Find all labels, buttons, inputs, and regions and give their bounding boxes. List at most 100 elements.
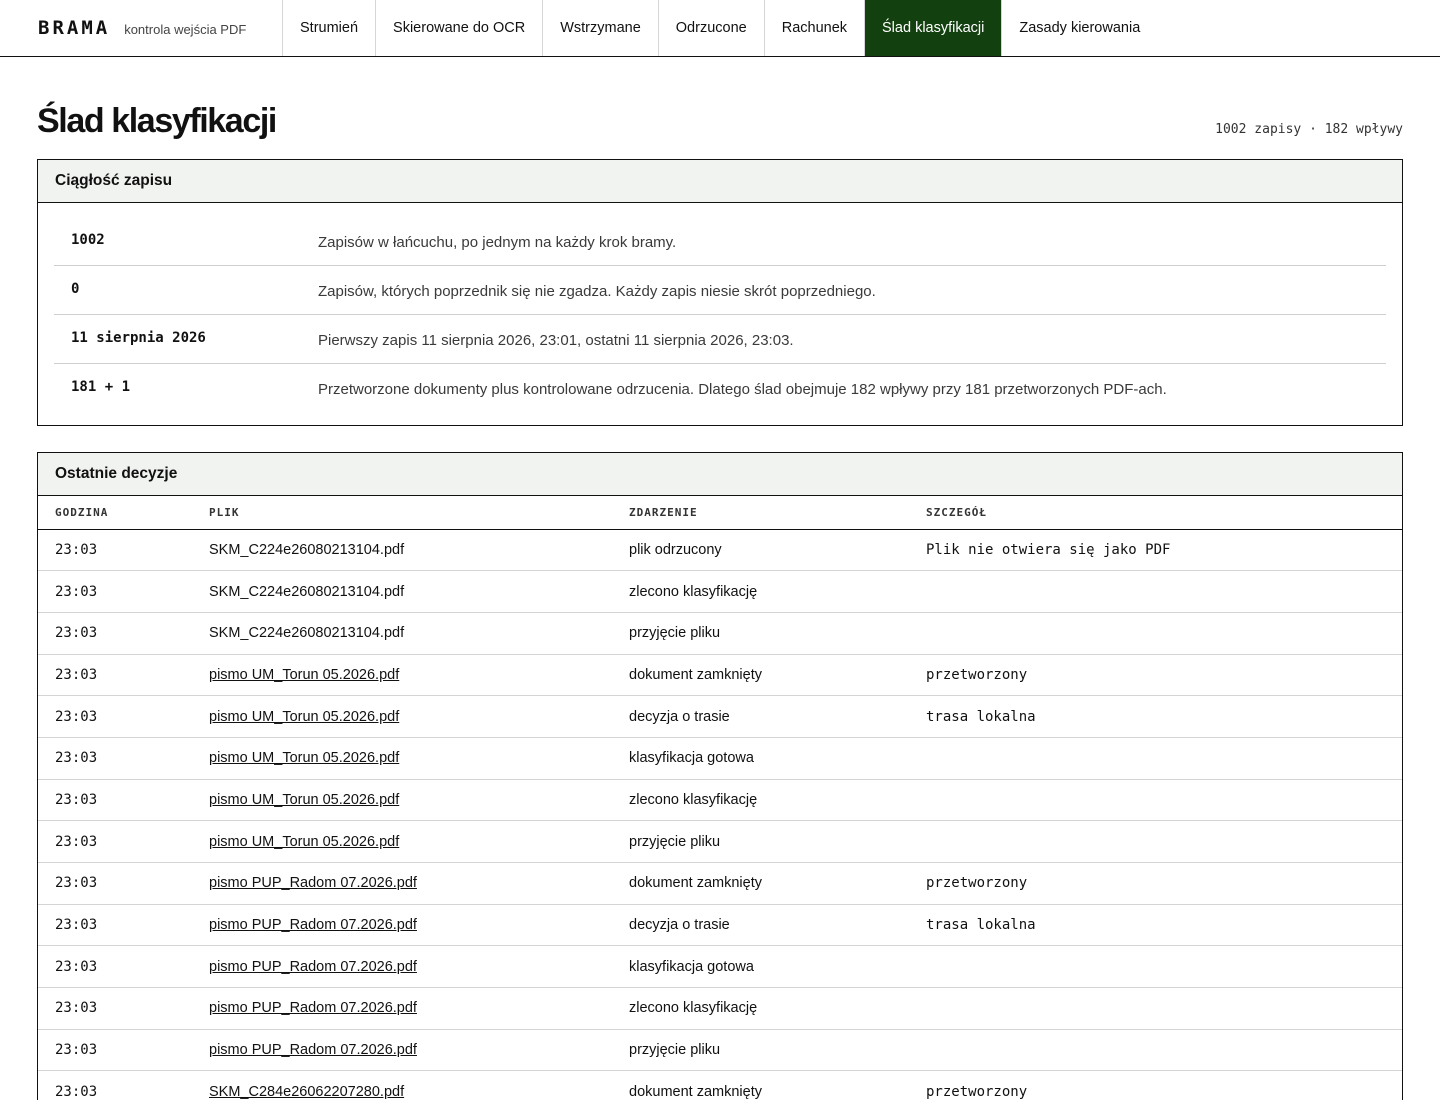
continuity-value: 1002 — [71, 232, 105, 248]
detail-cell — [926, 737, 1402, 780]
nav-tab-strumien[interactable]: Strumień — [283, 0, 377, 56]
file-cell: SKM_C224e26080213104.pdf — [209, 570, 629, 613]
time-cell: 23:03 — [38, 945, 209, 989]
continuity-row: 1002 Zapisów w łańcuchu, po jednym na każ… — [54, 217, 1386, 266]
file-name: SKM_C224e26080213104.pdf — [209, 541, 405, 558]
table-row: 23:03 pismo UM_Torun 05.2026.pdf decyzja o… — [38, 695, 1402, 738]
decisions-table-body: 23:03 SKM_C224e26080213104.pdf plik odrzuc… — [38, 529, 1402, 1100]
file-link[interactable]: pismo UM_Torun 05.2026.pdf — [209, 709, 399, 725]
event-cell: przyjęcie pliku — [629, 820, 926, 863]
main-content: Ślad klasyfikacji 1002 zapisy · 182 wpły… — [0, 57, 1440, 1100]
file-cell: SKM_C224e26080213104.pdf — [209, 529, 629, 572]
file-link[interactable]: pismo PUP_Radom 07.2026.pdf — [209, 1042, 417, 1058]
detail-cell — [926, 570, 1402, 613]
event-cell: klasyfikacja gotowa — [629, 737, 926, 780]
nav-tab-wstrzymane[interactable]: Wstrzymane — [543, 0, 659, 56]
record-count: 1002 zapisy · 182 wpływy — [1215, 122, 1403, 137]
nav-tab-odrzucone[interactable]: Odrzucone — [659, 0, 765, 56]
event-cell: dokument zamknięty — [629, 1070, 926, 1100]
detail-cell — [926, 1029, 1402, 1072]
table-row: 23:03 pismo PUP_Radom 07.2026.pdf dokument… — [38, 862, 1402, 905]
file-link[interactable]: pismo PUP_Radom 07.2026.pdf — [209, 875, 417, 891]
nav-tab-zasady-kierowania[interactable]: Zasady kierowania — [1002, 0, 1157, 56]
time-cell: 23:03 — [38, 529, 209, 572]
column-header-detail: SZCZEGÓŁ — [926, 496, 1402, 530]
file-cell: pismo PUP_Radom 07.2026.pdf — [209, 945, 629, 989]
table-row: 23:03 pismo PUP_Radom 07.2026.pdf przyjęci… — [38, 1029, 1402, 1072]
event-cell: zlecono klasyfikację — [629, 570, 926, 613]
file-link[interactable]: pismo UM_Torun 05.2026.pdf — [209, 834, 399, 850]
event-cell: decyzja o trasie — [629, 695, 926, 738]
table-row: 23:03 pismo UM_Torun 05.2026.pdf zlecono k… — [38, 779, 1402, 822]
file-link[interactable]: pismo PUP_Radom 07.2026.pdf — [209, 917, 417, 933]
table-row: 23:03 pismo UM_Torun 05.2026.pdf klasyfika… — [38, 737, 1402, 780]
detail-cell: trasa lokalna — [926, 904, 1402, 947]
continuity-description: Przetworzone dokumenty plus kontrolowane… — [318, 381, 1167, 398]
time-cell: 23:03 — [38, 820, 209, 863]
file-cell: SKM_C284e26062207280.pdf — [209, 1070, 629, 1100]
continuity-value: 181 + 1 — [71, 379, 131, 395]
file-cell: SKM_C224e26080213104.pdf — [209, 612, 629, 655]
file-name: SKM_C224e26080213104.pdf — [209, 583, 405, 600]
time-cell: 23:03 — [38, 779, 209, 822]
decisions-panel: Ostatnie decyzje GODZINA PLIK ZDARZENIE … — [37, 452, 1403, 1100]
top-bar: BRAMA kontrola wejścia PDF Strumień Skier… — [0, 0, 1440, 57]
file-cell: pismo PUP_Radom 07.2026.pdf — [209, 1029, 629, 1072]
continuity-value: 0 — [71, 281, 80, 297]
file-cell: pismo PUP_Radom 07.2026.pdf — [209, 987, 629, 1030]
detail-cell — [926, 612, 1402, 655]
event-cell: klasyfikacja gotowa — [629, 945, 926, 989]
file-cell: pismo UM_Torun 05.2026.pdf — [209, 654, 629, 697]
event-cell: zlecono klasyfikację — [629, 987, 926, 1030]
event-cell: zlecono klasyfikację — [629, 779, 926, 822]
file-cell: pismo PUP_Radom 07.2026.pdf — [209, 904, 629, 947]
file-link[interactable]: pismo UM_Torun 05.2026.pdf — [209, 667, 399, 683]
event-cell: dokument zamknięty — [629, 654, 926, 697]
time-cell: 23:03 — [38, 987, 209, 1030]
title-row: Ślad klasyfikacji 1002 zapisy · 182 wpły… — [37, 57, 1403, 159]
brand-logo[interactable]: BRAMA — [38, 17, 110, 39]
detail-cell: Plik nie otwiera się jako PDF — [926, 529, 1402, 572]
time-cell: 23:03 — [38, 654, 209, 697]
table-row: 23:03 SKM_C284e26062207280.pdf dokument za… — [38, 1070, 1402, 1100]
file-link[interactable]: SKM_C284e26062207280.pdf — [209, 1084, 404, 1100]
table-row: 23:03 SKM_C224e26080213104.pdf plik odrzuc… — [38, 529, 1402, 572]
continuity-description: Pierwszy zapis 11 sierpnia 2026, 23:01, … — [318, 332, 794, 349]
file-link[interactable]: pismo UM_Torun 05.2026.pdf — [209, 750, 399, 766]
continuity-description: Zapisów, których poprzednik się nie zgad… — [318, 283, 876, 300]
decisions-panel-title: Ostatnie decyzje — [38, 453, 1402, 496]
file-cell: pismo UM_Torun 05.2026.pdf — [209, 695, 629, 738]
nav-tab-slad-klasyfikacji[interactable]: Ślad klasyfikacji — [865, 0, 1003, 56]
continuity-value: 11 sierpnia 2026 — [71, 330, 206, 346]
time-cell: 23:03 — [38, 737, 209, 780]
column-header-event: ZDARZENIE — [629, 496, 926, 530]
page-title: Ślad klasyfikacji — [37, 102, 277, 140]
file-cell: pismo PUP_Radom 07.2026.pdf — [209, 862, 629, 905]
time-cell: 23:03 — [38, 904, 209, 947]
continuity-row: 11 sierpnia 2026 Pierwszy zapis 11 sierpn… — [54, 315, 1386, 364]
file-link[interactable]: pismo UM_Torun 05.2026.pdf — [209, 792, 399, 808]
time-cell: 23:03 — [38, 570, 209, 613]
table-row: 23:03 pismo UM_Torun 05.2026.pdf przyjęcie… — [38, 820, 1402, 863]
detail-cell: przetworzony — [926, 862, 1402, 905]
continuity-row: 0 Zapisów, których poprzednik się nie zga… — [54, 266, 1386, 315]
time-cell: 23:03 — [38, 1070, 209, 1100]
table-row: 23:03 pismo PUP_Radom 07.2026.pdf klasyfik… — [38, 945, 1402, 989]
detail-cell: przetworzony — [926, 654, 1402, 697]
time-cell: 23:03 — [38, 1029, 209, 1072]
event-cell: dokument zamknięty — [629, 862, 926, 905]
table-row: 23:03 SKM_C224e26080213104.pdf zlecono kla… — [38, 570, 1402, 613]
event-cell: plik odrzucony — [629, 529, 926, 572]
time-cell: 23:03 — [38, 612, 209, 655]
file-name: SKM_C224e26080213104.pdf — [209, 625, 405, 642]
nav-tab-rachunek[interactable]: Rachunek — [765, 0, 866, 56]
file-link[interactable]: pismo PUP_Radom 07.2026.pdf — [209, 959, 417, 975]
detail-cell — [926, 820, 1402, 863]
event-cell: decyzja o trasie — [629, 904, 926, 947]
table-row: 23:03 pismo PUP_Radom 07.2026.pdf zlecono … — [38, 987, 1402, 1030]
nav-tab-skierowane-do-ocr[interactable]: Skierowane do OCR — [376, 0, 544, 56]
file-link[interactable]: pismo PUP_Radom 07.2026.pdf — [209, 1000, 417, 1016]
continuity-list: 1002 Zapisów w łańcuchu, po jednym na każ… — [38, 203, 1402, 425]
file-cell: pismo UM_Torun 05.2026.pdf — [209, 820, 629, 863]
event-cell: przyjęcie pliku — [629, 612, 926, 655]
